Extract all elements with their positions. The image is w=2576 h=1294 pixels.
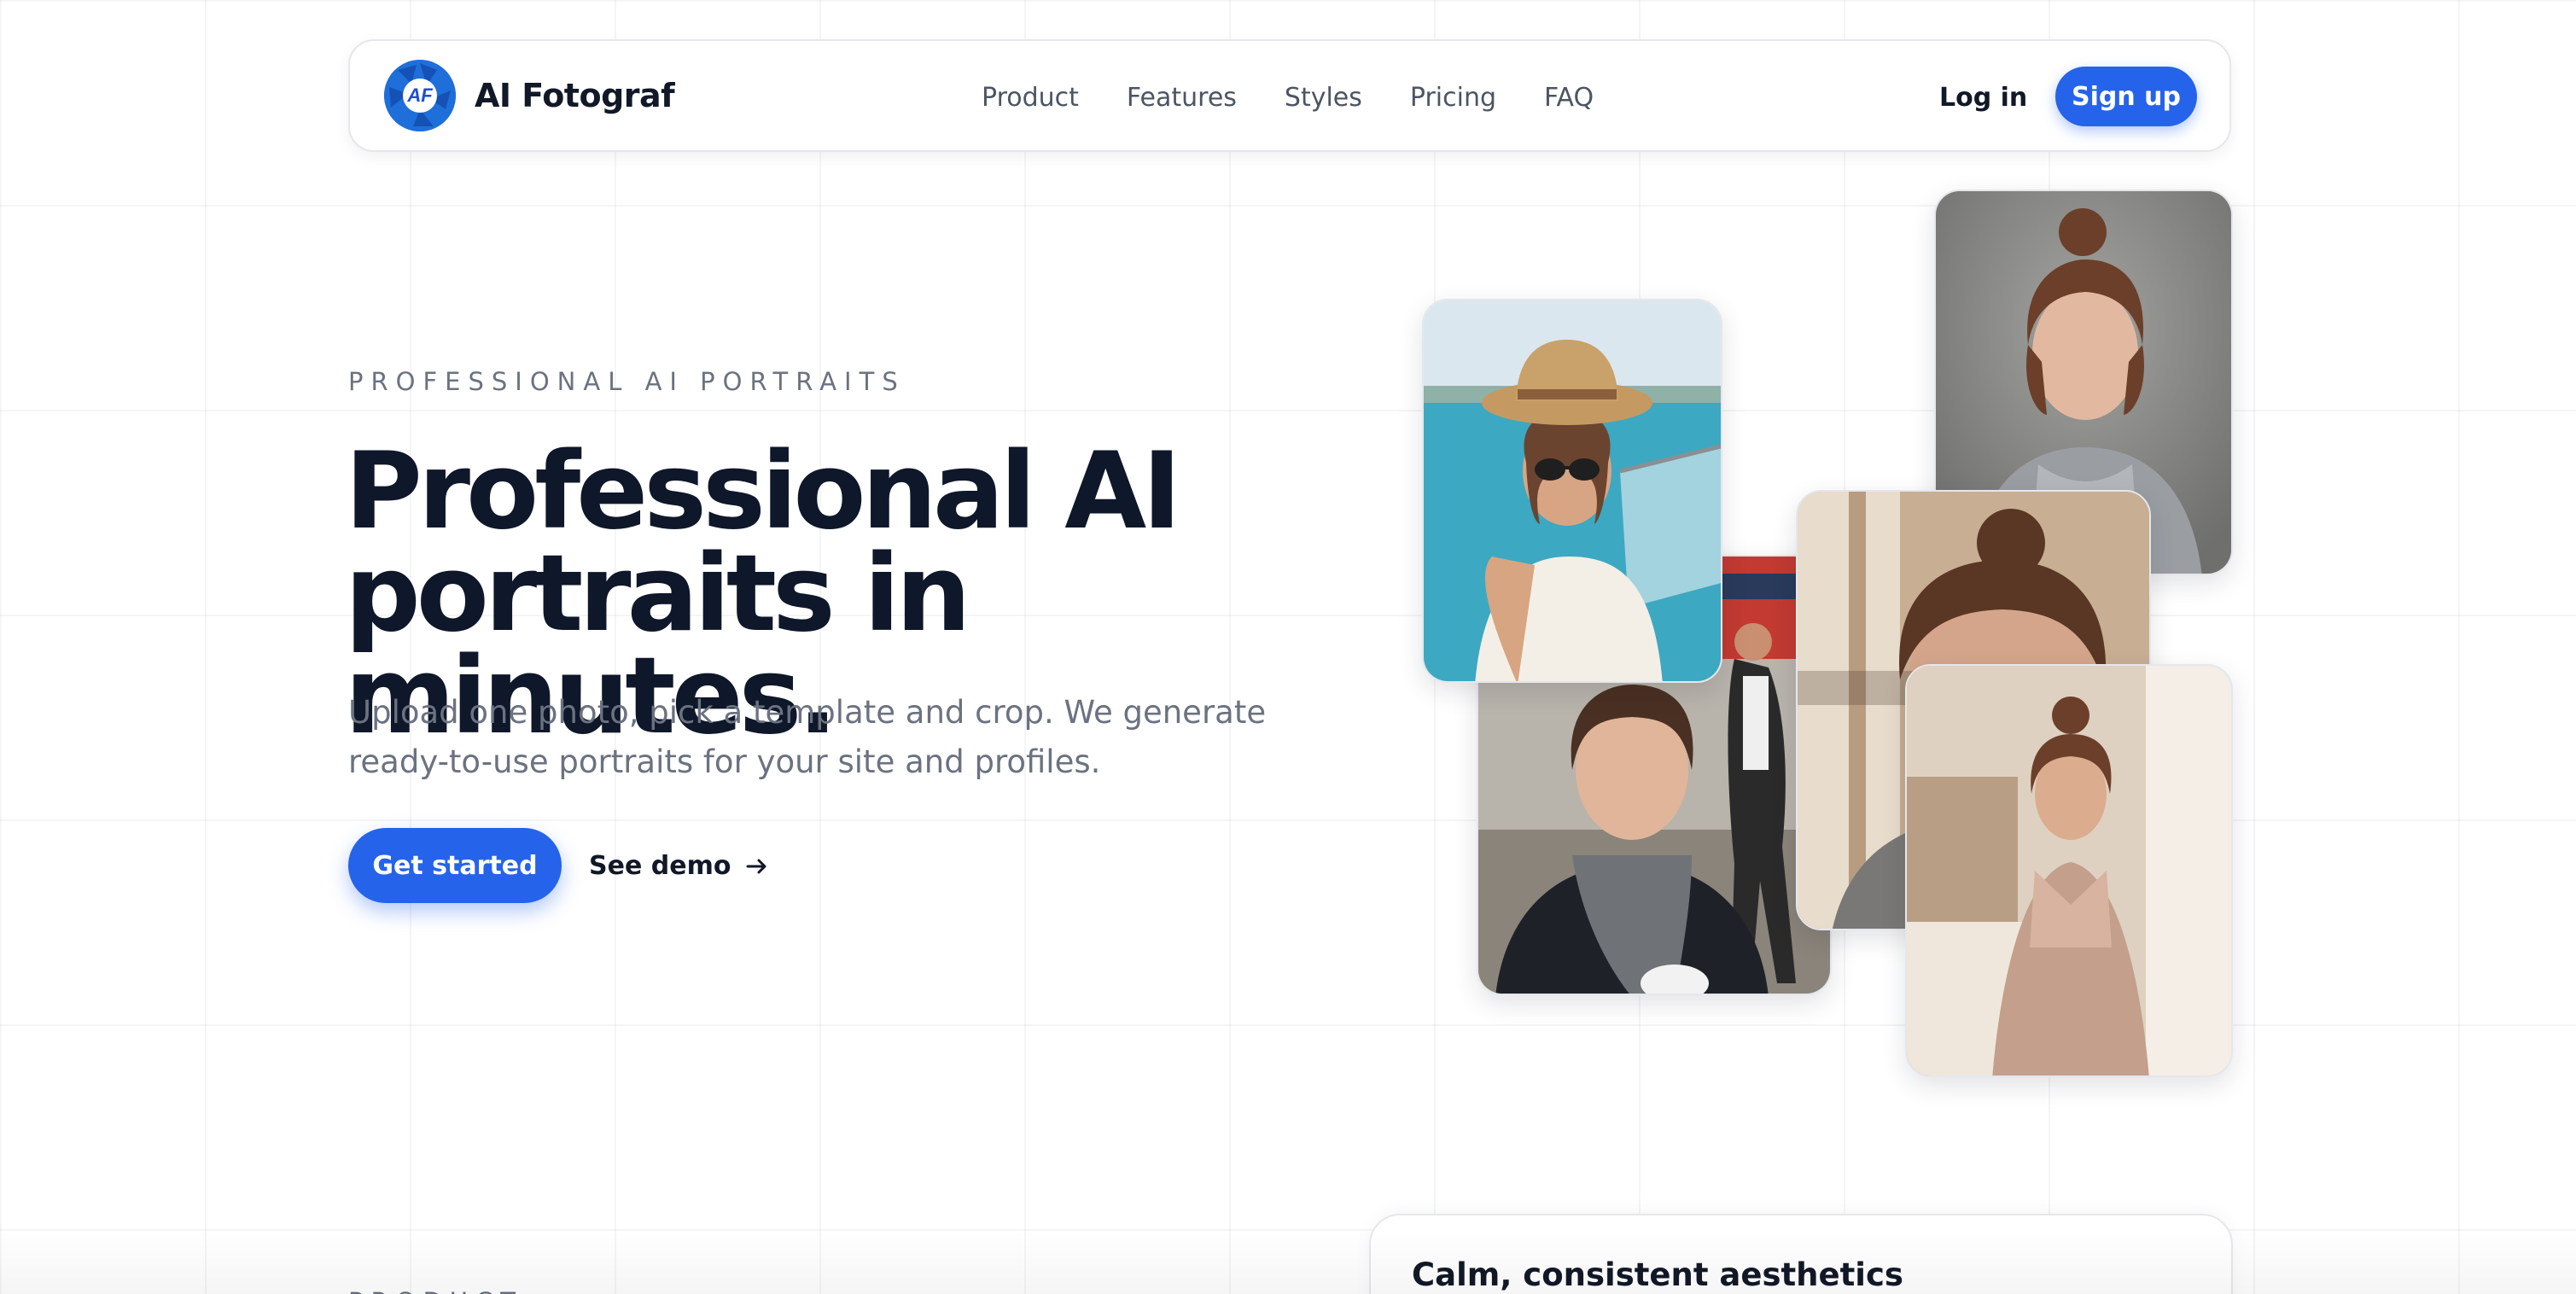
hero-subtitle: Upload one photo, pick a template and cr… <box>348 694 1267 780</box>
nav-link-faq[interactable]: FAQ <box>1544 83 1594 113</box>
bedroom-portrait-photo <box>1905 664 2233 1077</box>
get-started-button[interactable]: Get started <box>348 828 562 903</box>
see-demo-label: See demo <box>589 850 731 881</box>
login-link[interactable]: Log in <box>1939 41 2027 154</box>
brand-logo[interactable]: AF AI Fotograf <box>384 60 675 131</box>
brand-name: AI Fotograf <box>475 77 675 114</box>
nav-link-pricing[interactable]: Pricing <box>1410 83 1496 113</box>
nav-link-styles[interactable]: Styles <box>1285 83 1362 113</box>
logo-letters: AF <box>407 85 433 106</box>
nav-link-product[interactable]: Product <box>982 83 1079 113</box>
feature-card-title: Calm, consistent aesthetics <box>1412 1256 1903 1293</box>
hero-headline-line1: Professional AI <box>345 430 1181 553</box>
top-nav: AF AI Fotograf Product Features Styles P… <box>348 39 2231 152</box>
see-demo-link[interactable]: See demo <box>589 828 768 903</box>
nav-links: Product Features Styles Pricing FAQ <box>982 41 1594 154</box>
landing-page: AF AI Fotograf Product Features Styles P… <box>0 0 2576 1294</box>
aperture-logo-icon: AF <box>384 60 456 131</box>
product-section-eyebrow: PRODUCT <box>348 1287 523 1294</box>
feature-card: Calm, consistent aesthetics <box>1369 1214 2233 1294</box>
hero-eyebrow: PROFESSIONAL AI PORTRAITS <box>348 367 906 396</box>
arrow-right-icon <box>746 851 768 881</box>
signup-button[interactable]: Sign up <box>2055 67 2197 126</box>
nav-link-features[interactable]: Features <box>1127 83 1237 113</box>
beach-portrait-photo <box>1422 299 1722 683</box>
